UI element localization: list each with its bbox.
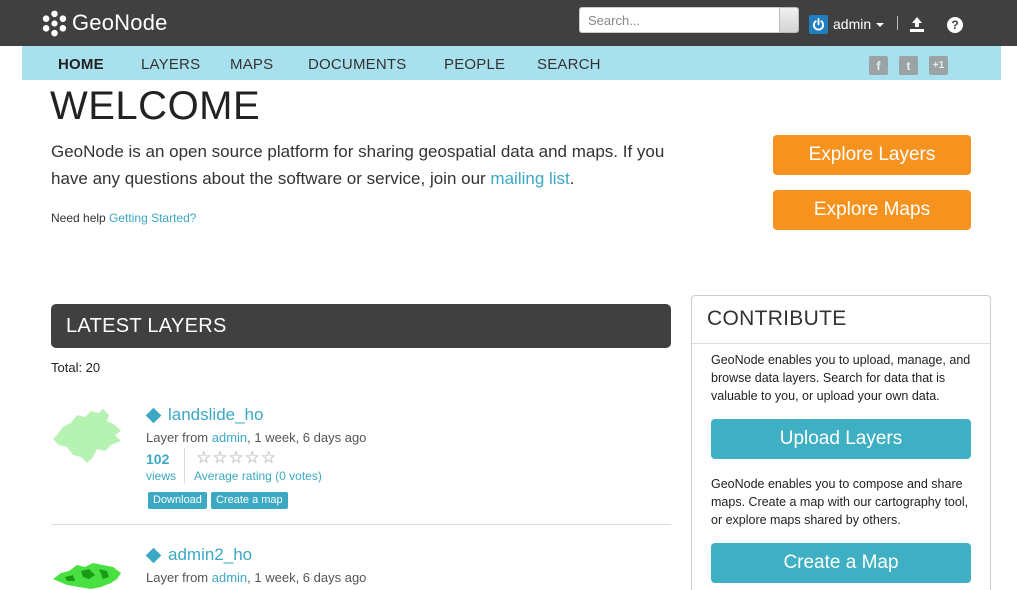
caret-down-icon	[876, 23, 885, 27]
views-label: views	[146, 469, 177, 483]
upload-icon[interactable]	[908, 16, 926, 34]
help-prefix: Need help	[51, 211, 110, 225]
layer-title-text: admin2_ho	[168, 545, 253, 564]
header-divider	[897, 16, 898, 30]
layer-meta-date: , 1 week, 6 days ago	[247, 570, 367, 585]
star-icon[interactable]: ☆	[212, 449, 227, 466]
brand-name: GeoNode	[72, 10, 168, 35]
nav-home[interactable]: HOME	[58, 56, 104, 73]
brand-logo[interactable]: GeoNode	[41, 9, 168, 37]
rating-stars[interactable]: ☆ ☆ ☆ ☆ ☆	[196, 449, 277, 466]
twitter-icon[interactable]: t	[899, 56, 918, 75]
contribute-upload-text: GeoNode enables you to upload, manage, a…	[711, 353, 971, 403]
facebook-icon[interactable]: f	[869, 56, 888, 75]
nav-layers[interactable]: LAYERS	[141, 56, 200, 73]
layer-owner-link[interactable]: admin	[212, 430, 247, 445]
layer-type-icon	[145, 407, 162, 423]
star-icon[interactable]: ☆	[229, 449, 244, 466]
getting-started-link[interactable]: Getting Started?	[109, 211, 196, 225]
help-line: Need help Getting Started?	[51, 211, 196, 225]
layer-title[interactable]: landslide_ho	[145, 405, 264, 425]
search-button[interactable]	[779, 7, 799, 33]
layer-meta: Layer from admin, 1 week, 6 days ago	[146, 430, 366, 445]
user-menu[interactable]: admin	[809, 14, 885, 34]
download-button[interactable]: Download	[148, 492, 207, 509]
google-plus-icon[interactable]: +1	[929, 56, 948, 75]
main-nav: HOME LAYERS MAPS DOCUMENTS PEOPLE SEARCH…	[22, 46, 1001, 80]
intro-text: GeoNode is an open source platform for s…	[51, 138, 691, 192]
layer-meta-prefix: Layer from	[146, 430, 212, 445]
nav-maps[interactable]: MAPS	[230, 56, 273, 73]
help-icon[interactable]: ?	[947, 17, 963, 33]
layer-separator	[51, 524, 671, 525]
page-title: WELCOME	[50, 84, 261, 128]
nav-people[interactable]: PEOPLE	[444, 56, 505, 73]
search-input[interactable]	[579, 7, 779, 33]
layers-total: Total: 20	[51, 360, 101, 375]
layer-meta-date: , 1 week, 6 days ago	[247, 430, 367, 445]
views-count: 102	[146, 451, 170, 467]
power-icon	[809, 14, 828, 34]
star-icon[interactable]: ☆	[245, 449, 260, 466]
intro-text-end: .	[569, 169, 575, 188]
nav-documents[interactable]: DOCUMENTS	[308, 56, 406, 73]
layer-title-text: landslide_ho	[168, 405, 264, 424]
layer-thumbnail[interactable]	[51, 545, 131, 590]
layer-meta-prefix: Layer from	[146, 570, 212, 585]
upload-layers-button[interactable]: Upload Layers	[711, 419, 971, 459]
mailing-list-link[interactable]: mailing list	[490, 169, 569, 188]
explore-layers-button[interactable]: Explore Layers	[773, 135, 971, 175]
stats-divider	[184, 448, 185, 484]
geonode-logo-icon	[42, 10, 67, 36]
star-icon[interactable]: ☆	[261, 449, 276, 466]
layer-meta: Layer from admin, 1 week, 6 days ago	[146, 570, 366, 585]
top-bar: GeoNode admin ?	[0, 0, 1017, 46]
layer-type-icon	[145, 547, 162, 563]
create-map-big-button[interactable]: Create a Map	[711, 543, 971, 583]
contribute-panel: CONTRIBUTE GeoNode enables you to upload…	[691, 295, 991, 590]
create-map-button[interactable]: Create a map	[211, 492, 288, 509]
layer-title[interactable]: admin2_ho	[145, 545, 253, 565]
layer-thumbnail[interactable]	[51, 405, 131, 469]
explore-maps-button[interactable]: Explore Maps	[773, 190, 971, 230]
nav-search[interactable]: SEARCH	[537, 56, 601, 73]
contribute-heading: CONTRIBUTE	[692, 296, 990, 344]
user-name: admin	[833, 16, 872, 32]
star-icon[interactable]: ☆	[196, 449, 211, 466]
rating-label: Average rating (0 votes)	[194, 469, 322, 483]
layer-owner-link[interactable]: admin	[212, 570, 247, 585]
contribute-map-text: GeoNode enables you to compose and share…	[711, 477, 969, 527]
latest-layers-heading: LATEST LAYERS	[51, 304, 671, 348]
